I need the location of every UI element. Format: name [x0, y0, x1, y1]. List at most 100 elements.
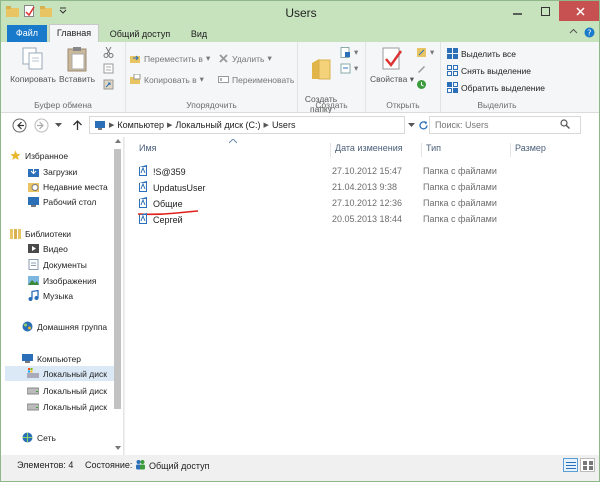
column-header-size[interactable]: Размер — [511, 143, 591, 157]
scissors-icon — [103, 47, 114, 58]
folder-icon — [308, 56, 334, 82]
new-group-label: Создать — [315, 100, 348, 110]
rename-button[interactable]: Переименовать — [218, 74, 294, 85]
chevron-up-icon[interactable] — [569, 27, 578, 40]
file-date: 27.10.2012 12:36 — [332, 198, 403, 208]
nav-homegroup-label: Домашняя группа — [37, 321, 108, 332]
open-group-label: Открыть — [386, 100, 420, 110]
copy-path-icon — [103, 63, 114, 74]
file-name: !S@359 — [153, 167, 186, 177]
column-header-date[interactable]: Дата изменения — [331, 143, 422, 157]
edit-button[interactable] — [416, 63, 427, 74]
breadcrumb-users[interactable]: Users — [269, 120, 299, 130]
select-all-button[interactable]: Выделить все — [447, 48, 516, 59]
shared-users-icon — [135, 459, 146, 472]
dropdown-icon: ▾ — [267, 53, 272, 63]
new-item-button[interactable]: ▾ — [340, 47, 358, 58]
nav-favorites-label: Избранное — [25, 150, 69, 161]
search-input[interactable] — [430, 120, 560, 130]
video-icon — [27, 243, 39, 255]
open-button[interactable]: ▾ — [416, 47, 434, 58]
easy-access-button[interactable]: ▾ — [340, 63, 358, 74]
properties-button[interactable]: Свойства ▾ — [370, 46, 414, 84]
nav-disk-c[interactable]: Локальный диск — [5, 366, 115, 381]
copy-to-button[interactable]: Копировать в ▾ — [130, 74, 204, 85]
star-icon — [9, 150, 21, 162]
computer-icon — [90, 120, 109, 131]
forward-button[interactable] — [33, 117, 49, 133]
table-row[interactable]: Общие 27.10.2012 12:36 Папка с файлами — [137, 196, 597, 211]
history-button[interactable] — [416, 79, 427, 90]
tab-file[interactable]: Файл — [7, 25, 47, 42]
minimize-button[interactable] — [503, 1, 531, 21]
ribbon-right-controls: ? — [569, 27, 595, 40]
scroll-down-icon[interactable] — [114, 444, 123, 453]
scroll-up-icon[interactable] — [114, 137, 123, 146]
invert-selection-label: Обратить выделение — [461, 82, 545, 93]
paste-shortcut-button[interactable] — [103, 79, 114, 90]
nav-libraries[interactable]: Библиотеки — [9, 226, 119, 241]
nav-scroll-thumb[interactable] — [114, 149, 121, 409]
nav-documents-label: Документы — [43, 259, 87, 270]
state-label: Состояние: — [85, 460, 133, 470]
user-folder-icon — [137, 197, 149, 211]
nav-libraries-label: Библиотеки — [25, 228, 72, 239]
details-view-button[interactable] — [563, 458, 578, 472]
file-name: Сергей — [153, 215, 183, 225]
cut-button[interactable] — [103, 47, 114, 58]
title-bar: Users — [1, 1, 599, 23]
navigation-pane: Избранное Загрузки Недавние места Рабочи… — [1, 137, 124, 455]
select-none-button[interactable]: Снять выделение — [447, 65, 531, 76]
copy-to-icon — [130, 74, 141, 85]
paste-button[interactable]: Вставить — [57, 46, 97, 84]
status-bar: Элементов: 4 Состояние: Общий доступ — [1, 455, 599, 475]
help-icon[interactable]: ? — [584, 27, 595, 40]
file-type: Папка с файлами — [423, 182, 497, 192]
recent-locations-button[interactable] — [53, 117, 63, 133]
column-header-name[interactable]: Имя — [135, 143, 331, 157]
file-name-cell: Сергей — [137, 213, 183, 227]
clipboard-group: Копировать Вставить Буфер обмена — [1, 42, 126, 113]
address-row: ▶ Компьютер ▶ Локальный диск (C:) ▶ User… — [1, 113, 599, 137]
large-icons-view-button[interactable] — [580, 458, 595, 472]
paste-shortcut-icon — [103, 79, 114, 90]
nav-favorites[interactable]: Избранное — [9, 148, 119, 163]
tab-view[interactable]: Вид — [181, 26, 217, 42]
move-to-button[interactable]: Переместить в ▾ — [130, 53, 210, 64]
search-box[interactable] — [429, 116, 581, 134]
nav-downloads-label: Загрузки — [43, 166, 78, 177]
delete-label: Удалить — [232, 53, 265, 64]
table-row[interactable]: UpdatusUser 21.04.2013 9:38 Папка с файл… — [137, 180, 597, 195]
item-count: Элементов: 4 — [17, 460, 74, 470]
address-bar[interactable]: ▶ Компьютер ▶ Локальный диск (C:) ▶ User… — [89, 116, 405, 134]
nav-disk-2-label: Локальный диск — [43, 385, 107, 396]
file-name: Общие — [153, 199, 183, 209]
tab-share[interactable]: Общий доступ — [101, 26, 179, 42]
up-button[interactable] — [69, 117, 85, 133]
organize-group: Переместить в ▾ Копировать в ▾ Удалить ▾ — [126, 42, 298, 113]
back-button[interactable] — [11, 117, 27, 133]
svg-text:?: ? — [587, 29, 591, 38]
column-header-type[interactable]: Тип — [422, 143, 511, 157]
nav-computer-label: Компьютер — [37, 353, 81, 364]
address-dropdown-button[interactable] — [407, 117, 415, 133]
nav-disk-3-label: Локальный диск — [43, 401, 107, 412]
clipboard-group-label: Буфер обмена — [34, 100, 92, 110]
table-row[interactable]: Сергей 20.05.2013 18:44 Папка с файлами — [137, 212, 597, 227]
copy-path-button[interactable] — [103, 63, 114, 74]
breadcrumb-computer[interactable]: Компьютер — [114, 120, 167, 130]
copy-button[interactable]: Копировать — [7, 46, 59, 84]
maximize-button[interactable] — [531, 1, 559, 21]
breadcrumb-local-disk[interactable]: Локальный диск (C:) — [172, 120, 263, 130]
nav-music-label: Музыка — [43, 290, 74, 301]
tab-home[interactable]: Главная — [49, 24, 99, 42]
invert-selection-button[interactable]: Обратить выделение — [447, 82, 545, 93]
nav-scrollbar[interactable] — [113, 137, 122, 455]
search-icon — [560, 119, 570, 131]
dropdown-icon: ▾ — [199, 74, 204, 84]
table-row[interactable]: !S@359 27.10.2012 15:47 Папка с файлами — [137, 164, 597, 179]
nav-network-label: Сеть — [37, 432, 56, 443]
delete-button[interactable]: Удалить ▾ — [218, 53, 272, 64]
close-button[interactable] — [559, 1, 599, 21]
file-date: 21.04.2013 9:38 — [332, 182, 398, 192]
